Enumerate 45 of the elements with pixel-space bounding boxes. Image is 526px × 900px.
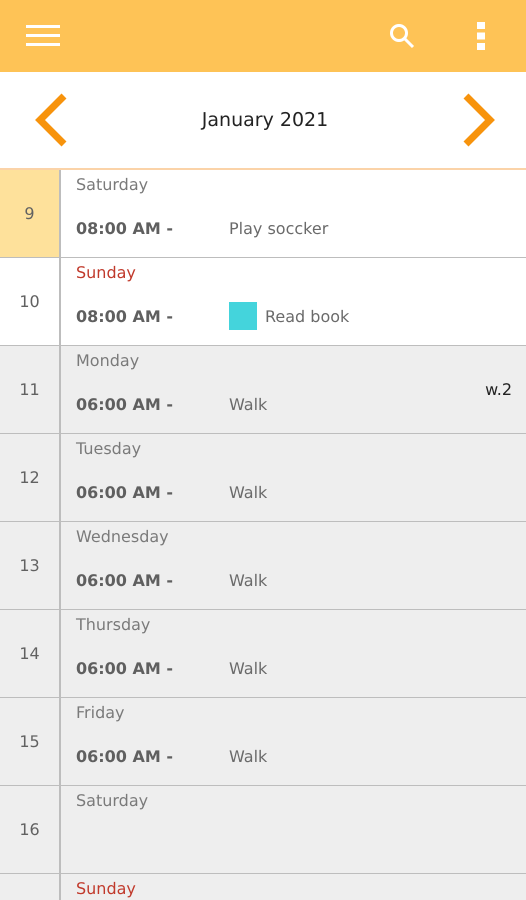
menu-icon[interactable] xyxy=(26,24,60,48)
event-title[interactable]: Walk xyxy=(229,394,268,414)
weekday-label: Wednesday xyxy=(76,527,169,546)
day-row[interactable]: Sunday xyxy=(0,874,526,900)
event-title[interactable]: Play soccker xyxy=(229,218,328,238)
event-title[interactable]: Walk xyxy=(229,658,268,678)
day-row[interactable]: 11 Monday w.2 06:00 AM - Walk xyxy=(0,346,526,434)
weekday-label: Thursday xyxy=(76,615,150,634)
date-number: 10 xyxy=(19,292,40,311)
day-row[interactable]: 15 Friday 06:00 AM - Walk xyxy=(0,698,526,786)
weekday-label: Saturday xyxy=(76,175,148,194)
event-title[interactable]: Walk xyxy=(229,570,268,590)
weekday-label: Saturday xyxy=(76,791,148,810)
day-row[interactable]: 14 Thursday 06:00 AM - Walk xyxy=(0,610,526,698)
event-time: 06:00 AM - xyxy=(76,746,174,766)
event-time: 06:00 AM - xyxy=(76,658,174,678)
event-title[interactable]: Walk xyxy=(229,482,268,502)
date-number: 15 xyxy=(19,732,40,751)
day-row[interactable]: 9 Saturday 08:00 AM - Play soccker xyxy=(0,170,526,258)
event-title[interactable]: Walk xyxy=(229,746,268,766)
event-time: 06:00 AM - xyxy=(76,482,174,502)
search-icon[interactable] xyxy=(389,23,415,49)
date-number: 9 xyxy=(24,204,35,223)
day-row[interactable]: 13 Wednesday 06:00 AM - Walk xyxy=(0,522,526,610)
weekday-label: Sunday xyxy=(76,879,136,898)
month-title: January 2021 xyxy=(202,109,328,131)
week-number: w.2 xyxy=(485,380,512,399)
event-time: 06:00 AM - xyxy=(76,394,174,414)
date-number: 16 xyxy=(19,820,40,839)
day-row[interactable]: 10 Sunday 08:00 AM - Read book xyxy=(0,258,526,346)
weekday-label: Sunday xyxy=(76,263,136,282)
weekday-label: Friday xyxy=(76,703,124,722)
event-time: 06:00 AM - xyxy=(76,570,174,590)
day-row[interactable]: 16 Saturday xyxy=(0,786,526,874)
date-number: 13 xyxy=(19,556,40,575)
date-number: 12 xyxy=(19,468,40,487)
weekday-label: Monday xyxy=(76,351,140,370)
event-time: 08:00 AM - xyxy=(76,218,174,238)
date-number: 11 xyxy=(19,380,40,399)
event-time: 08:00 AM - xyxy=(76,306,174,326)
more-options-icon[interactable] xyxy=(477,22,485,50)
day-row[interactable]: 12 Tuesday 06:00 AM - Walk xyxy=(0,434,526,522)
event-title[interactable]: Read book xyxy=(265,306,350,326)
weekday-label: Tuesday xyxy=(76,439,142,458)
date-number: 14 xyxy=(19,644,40,663)
